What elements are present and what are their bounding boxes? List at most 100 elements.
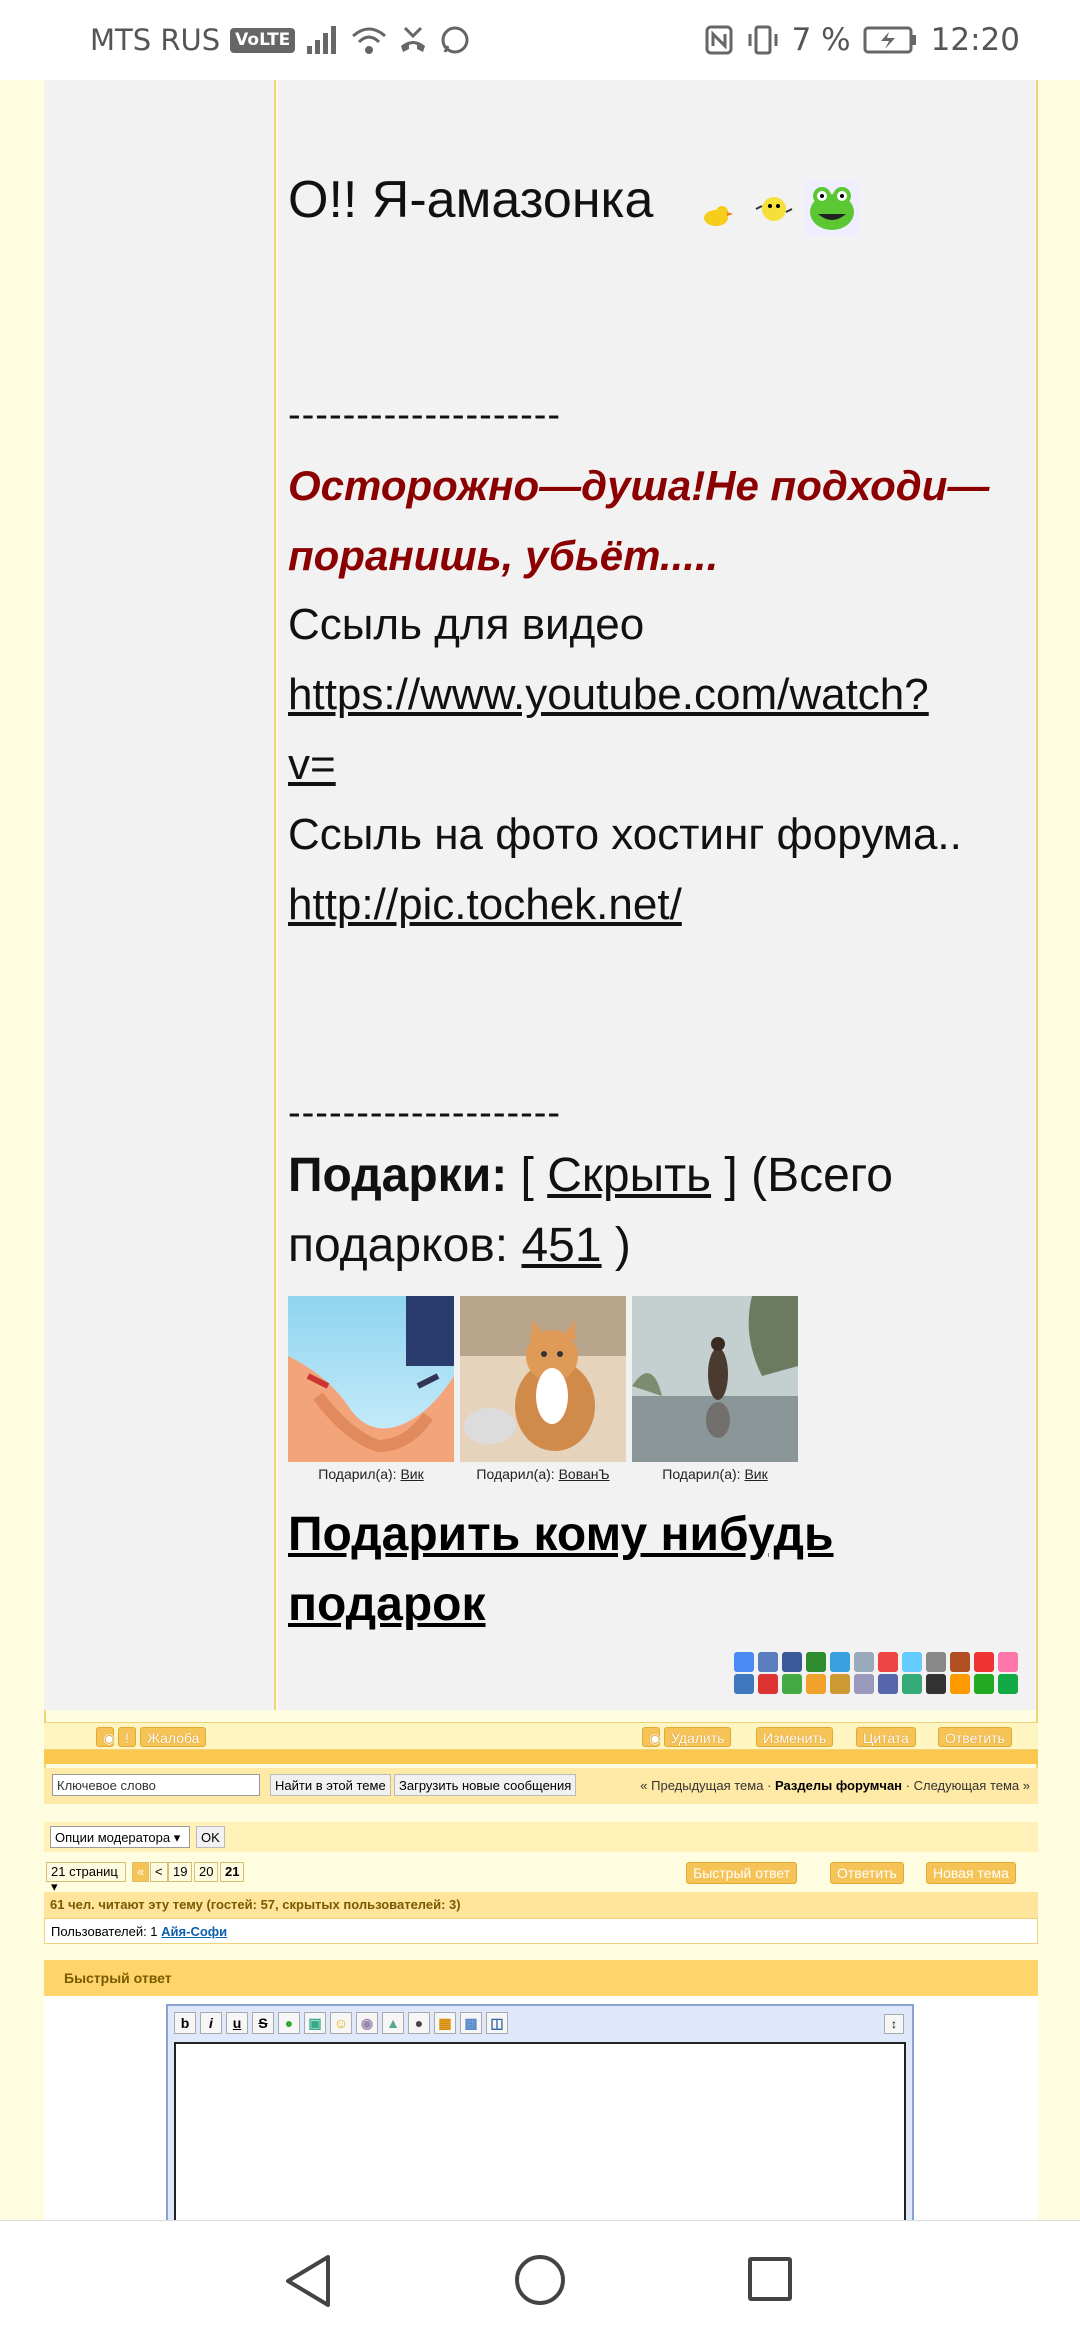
play-icon[interactable] bbox=[974, 1674, 994, 1694]
spoiler-icon[interactable]: ▲ bbox=[382, 2012, 404, 2034]
gifts-count-line: подарков: 451 ) bbox=[288, 1219, 631, 1272]
next-topic-link[interactable]: Следующая тема » bbox=[914, 1778, 1030, 1793]
moikrug-icon[interactable] bbox=[950, 1652, 970, 1672]
prev-topic-link[interactable]: « Предыдущая тема bbox=[640, 1778, 763, 1793]
gift-image-cat[interactable] bbox=[460, 1296, 626, 1462]
forum-page: О!! Я-амазонка -------------------- Осто… bbox=[0, 80, 1080, 2300]
load-new-button[interactable]: Загрузить новые сообщения bbox=[394, 1774, 577, 1796]
page-20[interactable]: 20 bbox=[194, 1862, 219, 1882]
carrier-name: MTS RUS bbox=[90, 23, 221, 57]
tree-icon[interactable] bbox=[902, 1674, 922, 1694]
spinning-smiley-icon bbox=[755, 197, 793, 221]
complaint-button[interactable]: Жалоба bbox=[140, 1727, 207, 1747]
livejournal-icon[interactable] bbox=[902, 1652, 922, 1672]
twitter-icon[interactable] bbox=[830, 1652, 850, 1672]
photo-hosting-link[interactable]: http://pic.tochek.net/ bbox=[288, 880, 682, 930]
image-icon[interactable]: ▣ bbox=[304, 2012, 326, 2034]
underline-button[interactable]: u bbox=[226, 2012, 248, 2034]
prev-page-button[interactable]: < bbox=[150, 1862, 168, 1882]
gifts-title: Подарки: bbox=[288, 1149, 508, 1202]
google-icon[interactable] bbox=[734, 1652, 754, 1672]
italic-button[interactable]: i bbox=[200, 2012, 222, 2034]
home-icon[interactable] bbox=[515, 2255, 565, 2305]
system-nav-bar bbox=[0, 2220, 1080, 2340]
moderator-ok-button[interactable]: OK bbox=[196, 1826, 225, 1848]
pages-dropdown[interactable]: 21 страниц ▾ bbox=[46, 1862, 126, 1894]
back-icon[interactable] bbox=[282, 2253, 334, 2309]
preview-icon[interactable]: ◫ bbox=[486, 2012, 508, 2034]
news-icon[interactable] bbox=[758, 1674, 778, 1694]
gift-giver-link-3[interactable]: Вик bbox=[744, 1466, 767, 1482]
quick-reply-header: Быстрый ответ bbox=[44, 1960, 1038, 1996]
frog-smiley-icon bbox=[804, 180, 860, 236]
wifi-icon bbox=[352, 27, 387, 54]
post-author-column bbox=[44, 80, 276, 1710]
share-icon[interactable] bbox=[854, 1652, 874, 1672]
quote-button[interactable]: Цитата bbox=[856, 1727, 916, 1747]
reply-button-bottom[interactable]: Ответить bbox=[830, 1862, 904, 1884]
strike-button[interactable]: S bbox=[252, 2012, 274, 2034]
video-link-continued[interactable]: v= bbox=[288, 740, 336, 790]
recent-apps-icon[interactable] bbox=[748, 2257, 792, 2301]
user-icon[interactable] bbox=[830, 1674, 850, 1694]
blogger-icon[interactable] bbox=[950, 1674, 970, 1694]
photo-hosting-label: Ссыль на фото хостинг форума.. bbox=[288, 810, 962, 859]
page-19[interactable]: 19 bbox=[168, 1862, 193, 1882]
hide-icon[interactable]: ● bbox=[408, 2012, 430, 2034]
rating-icon[interactable]: ◉ bbox=[642, 1727, 661, 1747]
gift-image-hands[interactable] bbox=[288, 1296, 454, 1462]
find-in-topic-button[interactable]: Найти в этой теме bbox=[270, 1774, 391, 1796]
new-topic-button[interactable]: Новая тема bbox=[926, 1862, 1016, 1884]
delete-button[interactable]: Удалить bbox=[664, 1727, 732, 1747]
star-icon[interactable] bbox=[974, 1652, 994, 1672]
color-icon[interactable]: ● bbox=[278, 2012, 300, 2034]
chart-icon[interactable]: ▦ bbox=[434, 2012, 456, 2034]
speech-bubble-icon[interactable]: ◉ bbox=[356, 2012, 378, 2034]
give-gift-line1: Подарить кому нибудь bbox=[288, 1508, 834, 1561]
facebook-icon[interactable] bbox=[782, 1652, 802, 1672]
video-link[interactable]: https://www.youtube.com/watch? bbox=[288, 670, 929, 720]
resize-icon[interactable]: ↕ bbox=[884, 2014, 904, 2034]
gifts-hide-link[interactable]: Скрыть bbox=[547, 1149, 711, 1202]
gift-caption-3: Подарил(а): Вик bbox=[662, 1466, 768, 1482]
give-gift-link[interactable]: Подарить кому нибудь подарок bbox=[288, 1500, 834, 1640]
moderator-options-select[interactable]: Опции модератора ▾ bbox=[50, 1826, 190, 1848]
diary-icon[interactable] bbox=[878, 1674, 898, 1694]
page-21[interactable]: 21 bbox=[220, 1862, 245, 1882]
quick-reply-button[interactable]: Быстрый ответ bbox=[686, 1862, 798, 1884]
gift-giver-link-2[interactable]: ВованЪ bbox=[559, 1466, 610, 1482]
keyword-input[interactable]: Ключевое слово bbox=[52, 1774, 260, 1796]
yandex-icon[interactable] bbox=[878, 1652, 898, 1672]
table-icon[interactable]: ▩ bbox=[460, 2012, 482, 2034]
smiley-icon[interactable]: ☺ bbox=[330, 2012, 352, 2034]
post-action-bar: ◉ ! Жалоба ◉ Удалить Изменить Цитата Отв… bbox=[44, 1722, 1038, 1750]
delicious-icon[interactable] bbox=[926, 1674, 946, 1694]
mail-icon[interactable] bbox=[806, 1652, 826, 1672]
online-user-link[interactable]: Айя-Софи bbox=[161, 1924, 227, 1939]
bookmark-icon[interactable] bbox=[758, 1652, 778, 1672]
online-users: Пользователей: 1 Айя-Софи bbox=[44, 1918, 1038, 1944]
status-left: MTS RUS VoLTE bbox=[90, 20, 471, 60]
grid-icon[interactable] bbox=[998, 1652, 1018, 1672]
gift-giver-link-1[interactable]: Вик bbox=[400, 1466, 423, 1482]
link-icon[interactable] bbox=[926, 1652, 946, 1672]
blog-icon[interactable] bbox=[806, 1674, 826, 1694]
gifts-count-link[interactable]: 451 bbox=[521, 1219, 601, 1272]
sections-link[interactable]: Разделы форумчан bbox=[775, 1778, 902, 1793]
gift-caption-1: Подарил(а): Вик bbox=[318, 1466, 424, 1482]
pagination: 21 страниц ▾ « < 19 20 21 Быстрый ответ … bbox=[44, 1860, 1038, 1894]
edit-button[interactable]: Изменить bbox=[756, 1727, 834, 1747]
odnoklassniki-icon[interactable] bbox=[998, 1674, 1018, 1694]
gift-image-couple[interactable] bbox=[632, 1296, 798, 1462]
battery-icon bbox=[863, 26, 916, 54]
ru-icon[interactable] bbox=[734, 1674, 754, 1694]
first-page-button[interactable]: « bbox=[132, 1862, 150, 1882]
vibrate-icon bbox=[748, 25, 778, 55]
reply-button[interactable]: Ответить bbox=[938, 1727, 1012, 1747]
people-icon[interactable] bbox=[854, 1674, 874, 1694]
bold-button[interactable]: b bbox=[174, 2012, 196, 2034]
fire-icon[interactable]: ◉ bbox=[96, 1727, 115, 1747]
status-right: 7 % 12:20 bbox=[704, 20, 1020, 60]
vk-icon[interactable] bbox=[782, 1674, 802, 1694]
info-icon[interactable]: ! bbox=[118, 1727, 136, 1747]
